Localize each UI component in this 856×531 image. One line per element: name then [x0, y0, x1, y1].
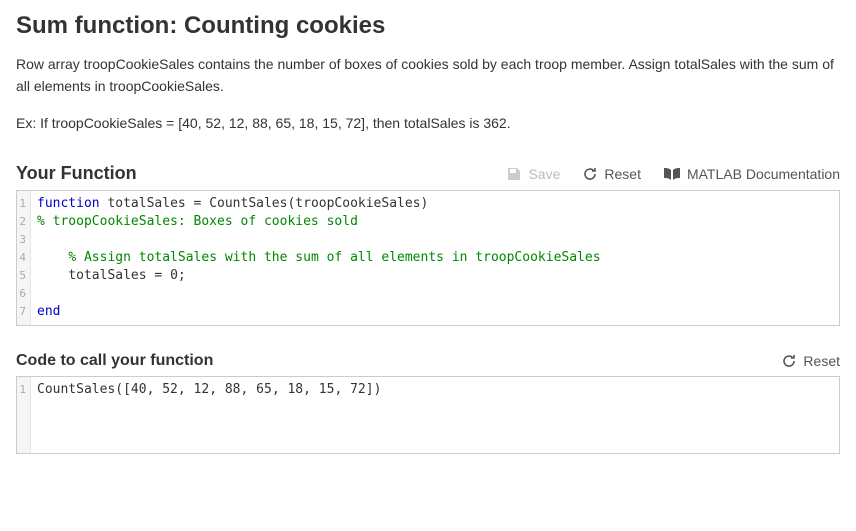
call-section-header: Code to call your function Reset	[16, 352, 840, 370]
function-code-editor[interactable]: 1234567 function totalSales = CountSales…	[16, 190, 840, 326]
save-button[interactable]: Save	[506, 166, 560, 182]
code-line: CountSales([40, 52, 12, 88, 65, 18, 15, …	[37, 381, 833, 399]
book-icon	[663, 167, 681, 181]
page-title: Sum function: Counting cookies	[16, 12, 840, 40]
save-icon	[506, 166, 522, 182]
call-code-editor[interactable]: 1 CountSales([40, 52, 12, 88, 65, 18, 15…	[16, 376, 840, 454]
function-section-header: Your Function Save Reset MATLAB Document…	[16, 163, 840, 184]
reset-icon	[582, 166, 598, 182]
code-line: % Assign totalSales with the sum of all …	[37, 249, 833, 267]
reset-label: Reset	[604, 166, 641, 182]
code-line: function totalSales = CountSales(troopCo…	[37, 195, 833, 213]
call-toolbar: Reset	[781, 353, 840, 369]
save-label: Save	[528, 166, 560, 182]
function-gutter: 1234567	[17, 191, 31, 325]
docs-button[interactable]: MATLAB Documentation	[663, 166, 840, 182]
problem-example: Ex: If troopCookieSales = [40, 52, 12, 8…	[16, 113, 840, 135]
code-line	[37, 285, 833, 303]
problem-description: Row array troopCookieSales contains the …	[16, 54, 840, 97]
docs-label: MATLAB Documentation	[687, 166, 840, 182]
function-toolbar: Save Reset MATLAB Documentation	[506, 166, 840, 182]
reset-icon	[781, 353, 797, 369]
call-section-title: Code to call your function	[16, 352, 213, 370]
code-line	[37, 231, 833, 249]
function-code-area[interactable]: function totalSales = CountSales(troopCo…	[31, 191, 839, 325]
code-line: % troopCookieSales: Boxes of cookies sol…	[37, 213, 833, 231]
function-section-title: Your Function	[16, 163, 137, 184]
call-code-area[interactable]: CountSales([40, 52, 12, 88, 65, 18, 15, …	[31, 377, 839, 453]
call-gutter: 1	[17, 377, 31, 453]
call-reset-label: Reset	[803, 353, 840, 369]
code-line: totalSales = 0;	[37, 267, 833, 285]
reset-button[interactable]: Reset	[582, 166, 641, 182]
call-reset-button[interactable]: Reset	[781, 353, 840, 369]
code-line: end	[37, 303, 833, 321]
